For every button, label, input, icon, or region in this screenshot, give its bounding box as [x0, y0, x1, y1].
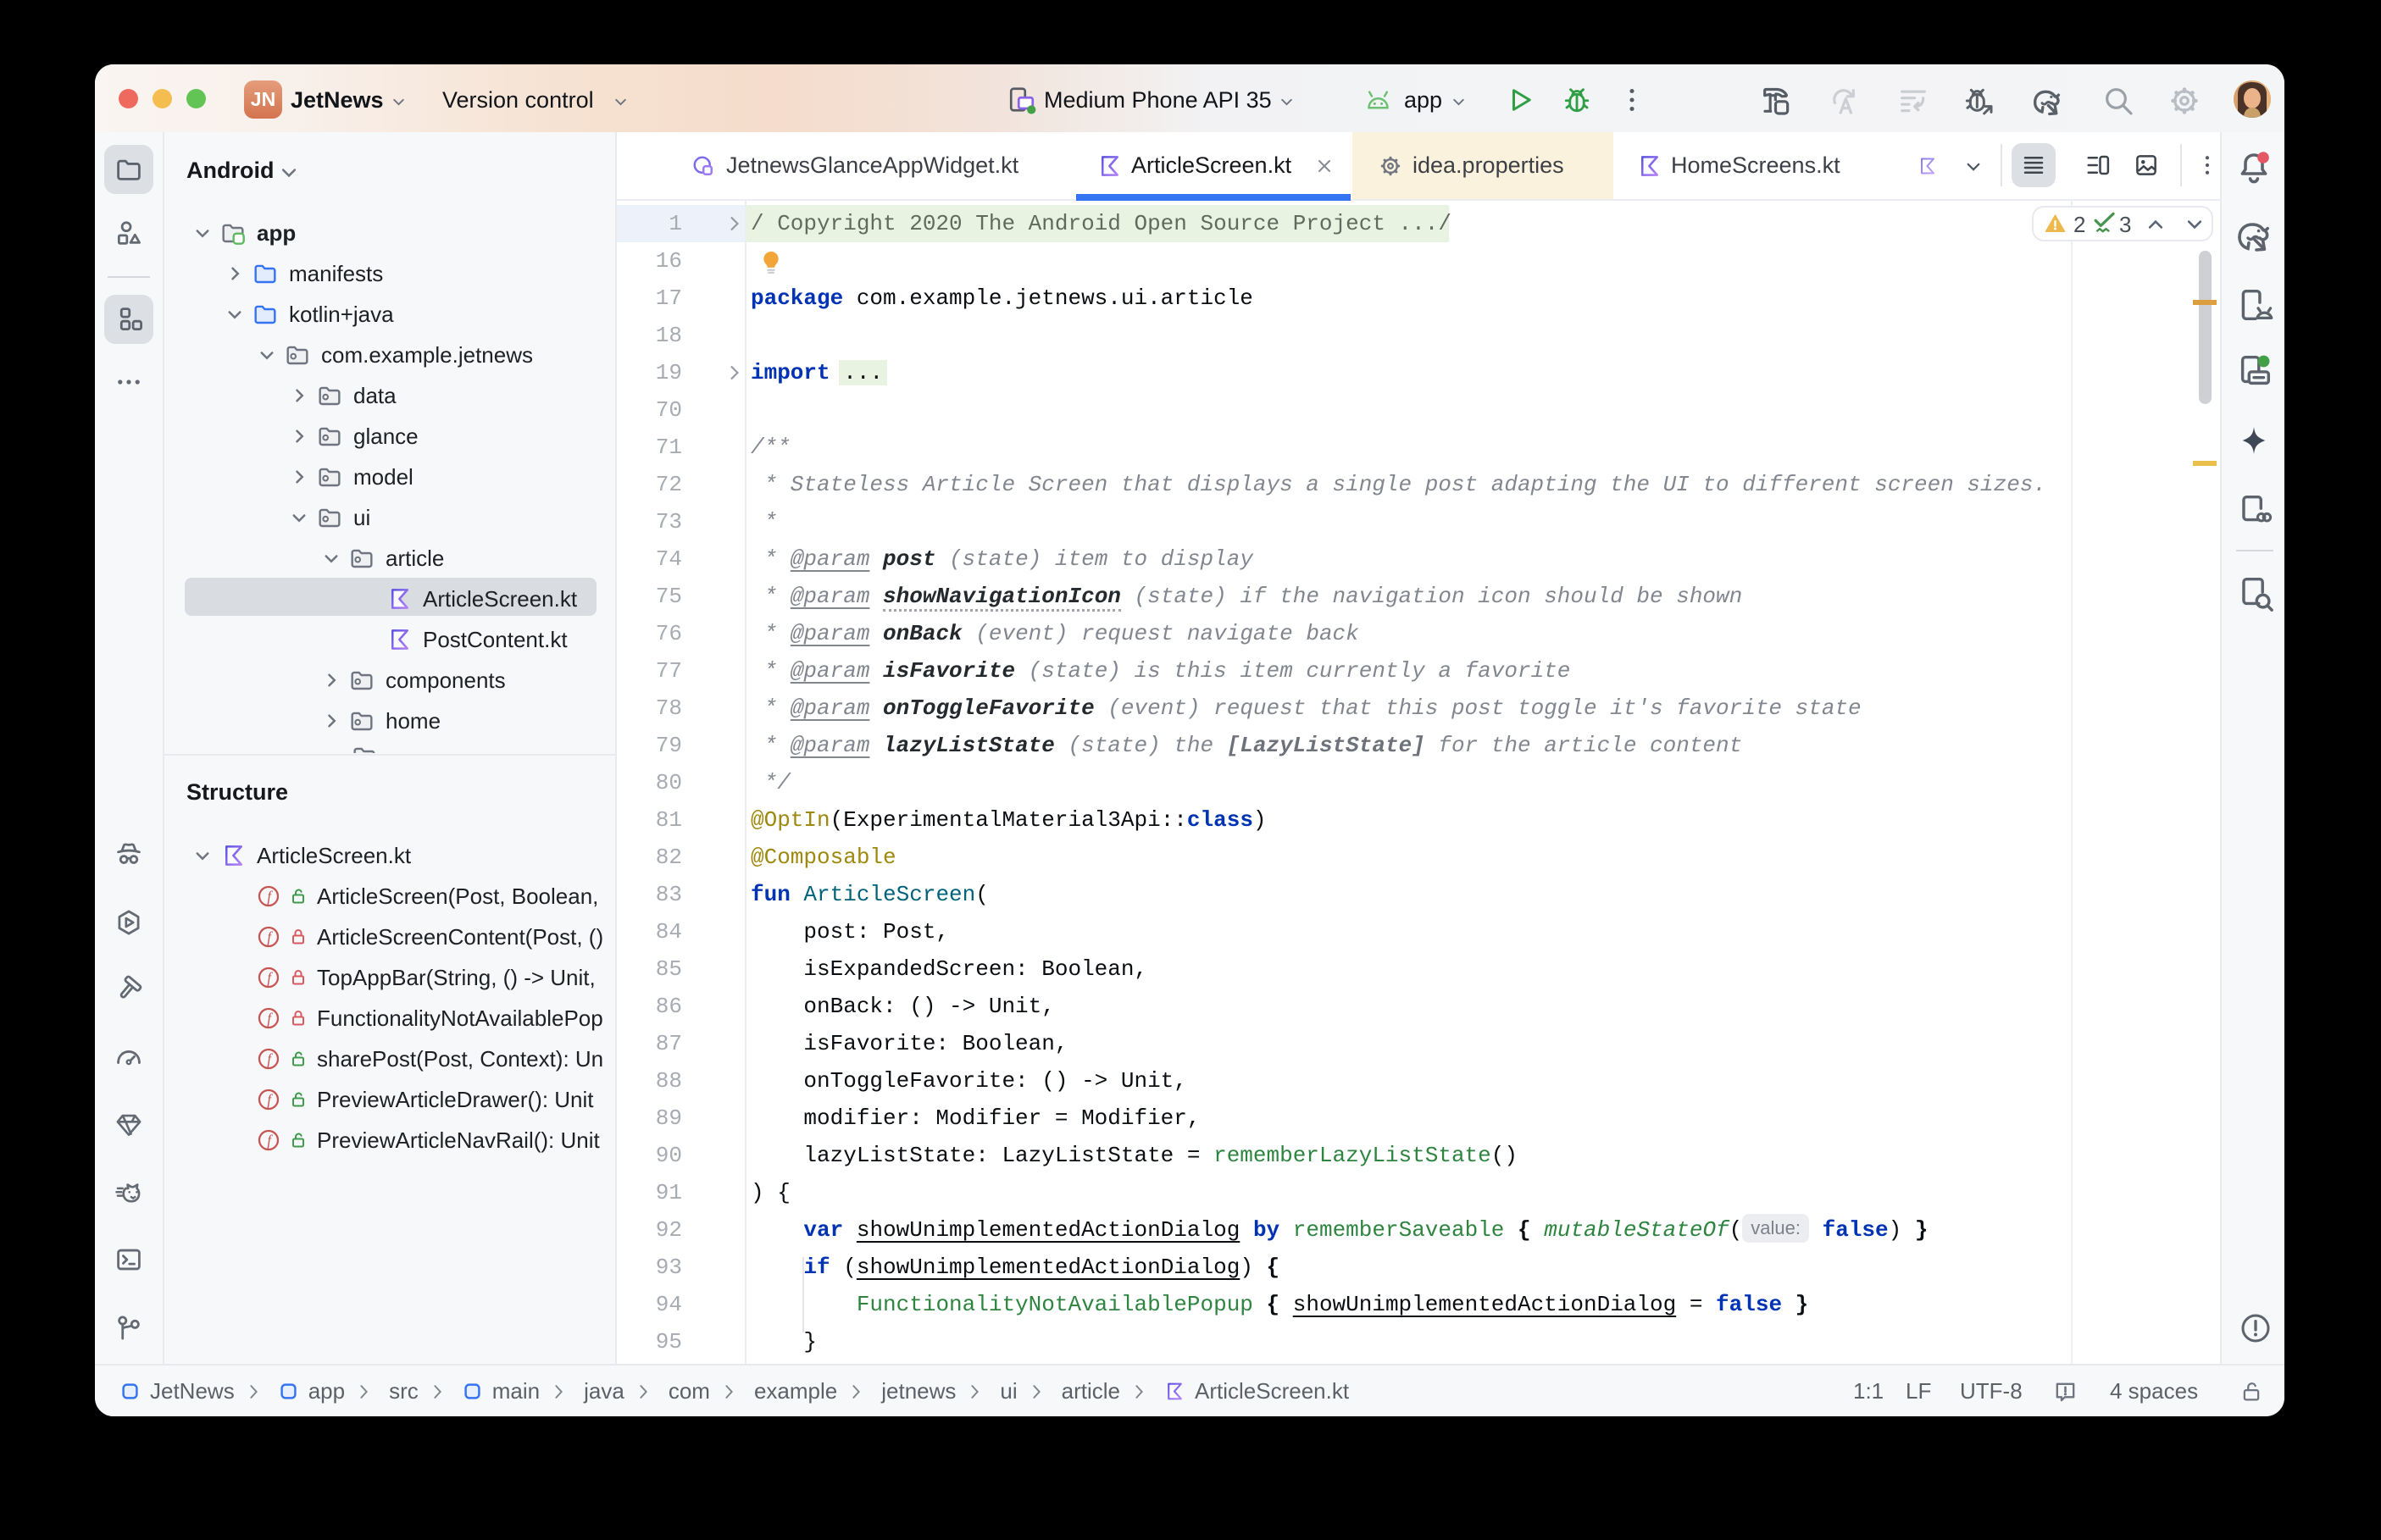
- svg-text:f: f: [267, 1010, 273, 1027]
- svg-text:f: f: [267, 1132, 273, 1149]
- svg-text:f: f: [267, 1091, 273, 1108]
- svg-text:f: f: [267, 969, 273, 986]
- svg-text:f: f: [267, 1050, 273, 1067]
- svg-text:f: f: [267, 888, 273, 905]
- svg-text:f: f: [267, 928, 273, 945]
